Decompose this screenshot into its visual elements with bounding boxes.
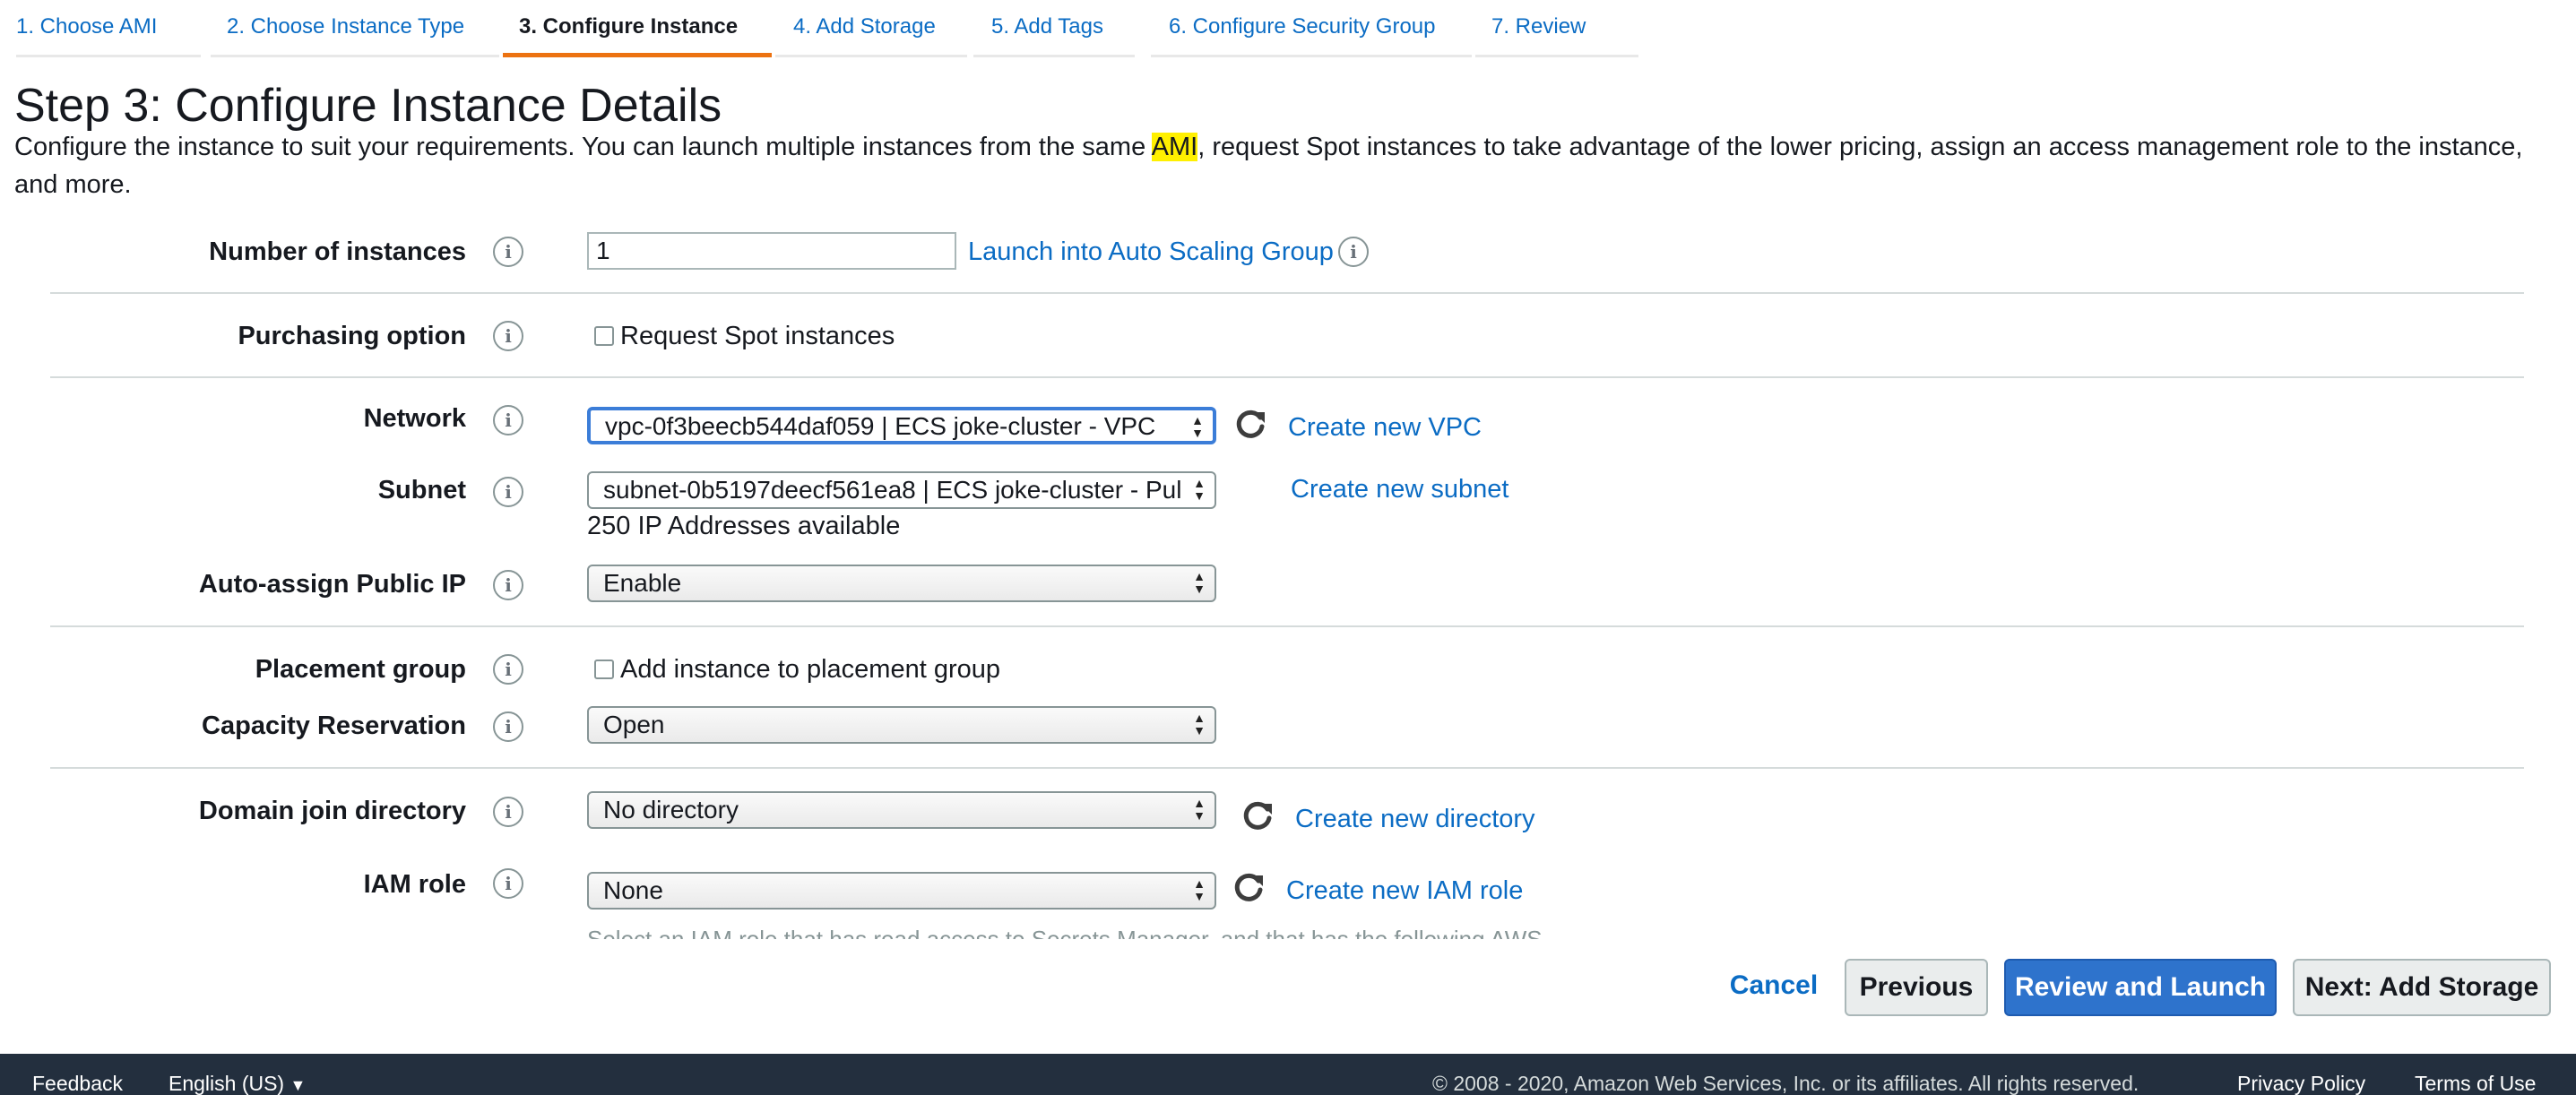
refresh-icon[interactable] — [1232, 407, 1268, 443]
network-select[interactable]: vpc-0f3beecb544daf059 | ECS joke-cluster… — [587, 407, 1216, 444]
info-icon[interactable]: i — [493, 711, 523, 742]
public-ip-label: Auto-assign Public IP — [198, 570, 466, 599]
divider — [50, 767, 2524, 769]
review-and-launch-button[interactable]: Review and Launch — [2004, 959, 2277, 1016]
page-title: Step 3: Configure Instance Details — [14, 80, 722, 132]
launch-asg-link[interactable]: Launch into Auto Scaling Group — [968, 237, 1334, 267]
capacity-select[interactable]: Open ▲ ▼ — [587, 706, 1216, 744]
chevron-updown-icon: ▲ ▼ — [1193, 876, 1206, 903]
purchasing-label: Purchasing option — [238, 322, 466, 350]
domain-select[interactable]: No directory ▲ ▼ — [587, 791, 1216, 829]
spot-checkbox[interactable] — [594, 326, 614, 346]
domain-label: Domain join directory — [198, 797, 466, 825]
create-directory-link[interactable]: Create new directory — [1295, 805, 1535, 834]
public-ip-select[interactable]: Enable ▲ ▼ — [587, 565, 1216, 602]
placement-checkbox-label: Add instance to placement group — [620, 655, 1000, 684]
info-icon[interactable]: i — [493, 654, 523, 685]
iam-role-hint: Select an IAM role that has read access … — [587, 926, 1543, 939]
language-selector[interactable]: English (US) ▼ — [169, 1072, 306, 1095]
page-description: Configure the instance to suit your requ… — [14, 133, 2523, 199]
instances-label: Number of instances — [209, 237, 466, 266]
subnet-label: Subnet — [377, 476, 466, 504]
info-icon[interactable]: i — [493, 868, 523, 899]
create-subnet-link[interactable]: Create new subnet — [1291, 475, 1508, 504]
tab-add-storage[interactable]: 4. Add Storage — [775, 0, 967, 57]
tab-configure-instance[interactable]: 3. Configure Instance — [503, 0, 772, 57]
refresh-icon[interactable] — [1240, 798, 1275, 834]
chevron-updown-icon: ▲ ▼ — [1193, 569, 1206, 596]
ami-highlight: AMI — [1151, 133, 1198, 161]
subnet-ip-count: 250 IP Addresses available — [587, 512, 901, 540]
iam-role-select[interactable]: None ▲ ▼ — [587, 872, 1216, 910]
capacity-label: Capacity Reservation — [202, 711, 466, 740]
info-icon[interactable]: i — [493, 570, 523, 600]
info-icon[interactable]: i — [493, 477, 523, 507]
create-iam-role-link[interactable]: Create new IAM role — [1286, 876, 1523, 906]
create-vpc-link[interactable]: Create new VPC — [1288, 413, 1482, 443]
info-icon[interactable]: i — [493, 321, 523, 351]
configure-form: Number of instances i Launch into Auto S… — [0, 215, 2576, 939]
instances-count-input[interactable] — [587, 232, 956, 270]
previous-button[interactable]: Previous — [1845, 959, 1988, 1016]
refresh-icon[interactable] — [1231, 870, 1266, 906]
next-add-storage-button[interactable]: Next: Add Storage — [2293, 959, 2551, 1016]
iam-label: IAM role — [363, 870, 466, 899]
chevron-updown-icon: ▲ ▼ — [1193, 476, 1206, 503]
tab-choose-instance-type[interactable]: 2. Choose Instance Type — [211, 0, 499, 57]
subnet-select[interactable]: subnet-0b5197deecf561ea8 | ECS joke-clus… — [587, 471, 1216, 509]
tab-review[interactable]: 7. Review — [1475, 0, 1638, 57]
caret-down-icon: ▼ — [290, 1076, 307, 1094]
tab-configure-security-group[interactable]: 6. Configure Security Group — [1151, 0, 1472, 57]
divider — [50, 292, 2524, 294]
info-icon[interactable]: i — [493, 405, 523, 435]
placement-checkbox[interactable] — [594, 660, 614, 679]
spot-checkbox-label: Request Spot instances — [620, 322, 895, 350]
cancel-button[interactable]: Cancel — [1726, 959, 1821, 1016]
info-icon[interactable]: i — [493, 237, 523, 267]
divider — [50, 376, 2524, 378]
terms-of-use-link[interactable]: Terms of Use — [2415, 1072, 2536, 1095]
chevron-updown-icon: ▲ ▼ — [1191, 413, 1204, 440]
console-footer: Feedback English (US) ▼ © 2008 - 2020, A… — [0, 1054, 2576, 1095]
copyright-text: © 2008 - 2020, Amazon Web Services, Inc.… — [1432, 1072, 2139, 1095]
chevron-updown-icon: ▲ ▼ — [1193, 796, 1206, 823]
info-icon[interactable]: i — [493, 797, 523, 827]
info-icon[interactable]: i — [1338, 237, 1369, 267]
placement-label: Placement group — [255, 655, 466, 684]
tab-add-tags[interactable]: 5. Add Tags — [973, 0, 1135, 57]
feedback-link[interactable]: Feedback — [32, 1072, 123, 1095]
chevron-updown-icon: ▲ ▼ — [1193, 711, 1206, 737]
network-label: Network — [363, 404, 466, 433]
privacy-policy-link[interactable]: Privacy Policy — [2237, 1072, 2365, 1095]
tab-choose-ami[interactable]: 1. Choose AMI — [16, 0, 201, 57]
divider — [50, 625, 2524, 627]
